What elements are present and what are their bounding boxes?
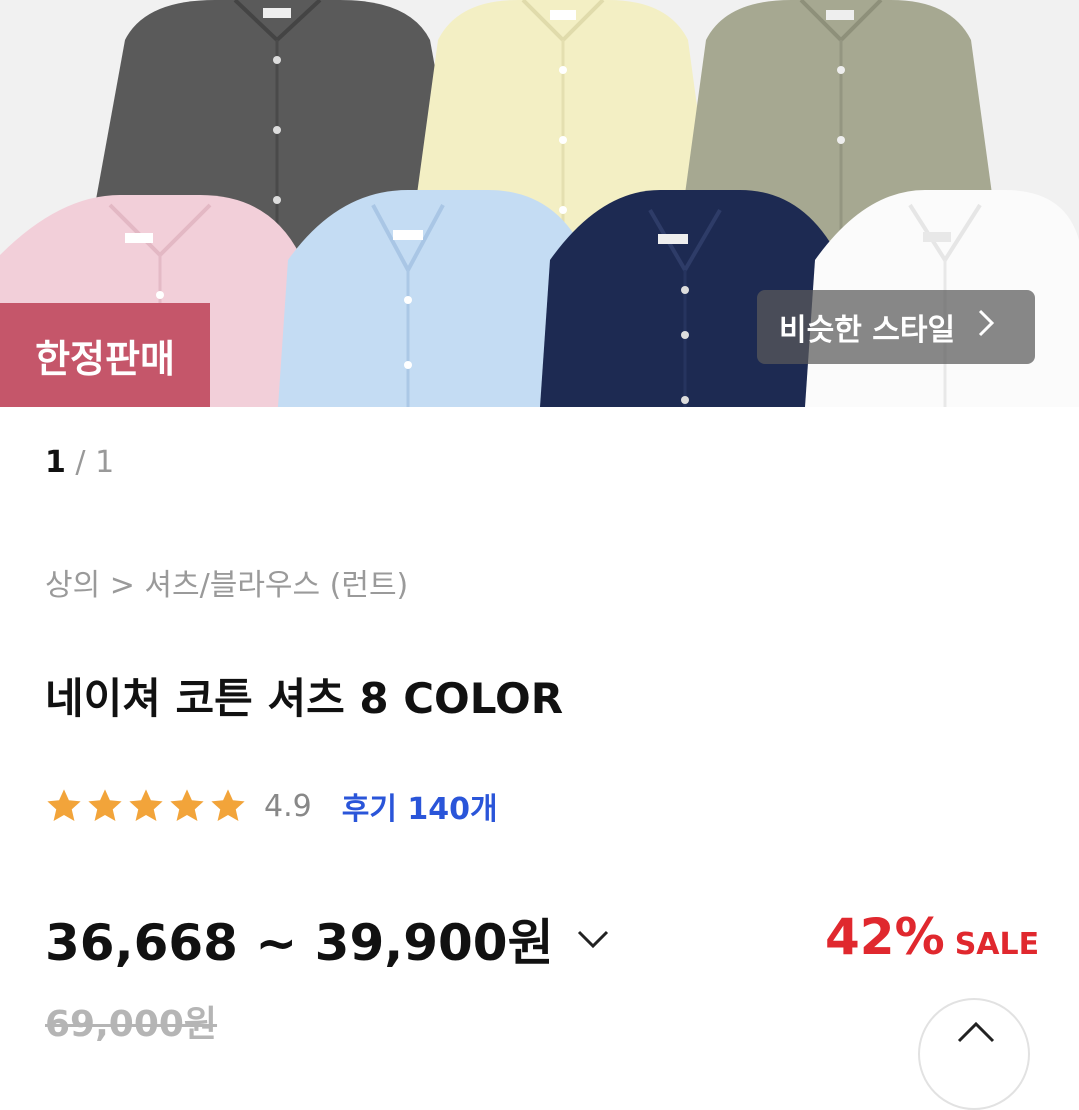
original-price: 69,000원 (45, 1004, 218, 1045)
sale-label: SALE (954, 927, 1040, 962)
product-image-gallery[interactable]: 한정판매 비슷한 스타일 (0, 0, 1079, 407)
pager-current: 1 (45, 445, 66, 480)
limited-sale-badge: 한정판매 (0, 303, 210, 407)
star-icon (47, 789, 81, 822)
pager-separator: / (65, 445, 96, 480)
similar-style-label: 비슷한 스타일 (779, 313, 956, 348)
chevron-up-icon (957, 1021, 995, 1043)
star-icon (211, 789, 245, 822)
star-icon (88, 789, 122, 822)
chevron-right-icon (977, 307, 995, 347)
price-range[interactable]: 36,668 ~ 39,900원 (45, 903, 610, 975)
star-icon (170, 789, 204, 822)
star-icon (129, 789, 163, 822)
breadcrumb[interactable]: 상의 > 셔츠/블라우스 (런트) (45, 560, 408, 604)
product-title: 네이쳐 코튼 셔츠 8 COLOR (45, 674, 564, 723)
scroll-top-button[interactable] (918, 998, 1030, 1110)
discount-rate: 42% SALE (825, 908, 1039, 966)
rating-value: 4.9 (264, 788, 312, 824)
chevron-down-icon[interactable] (576, 927, 610, 951)
image-pager: 1 / 1 (45, 445, 114, 480)
pager-total: 1 (95, 445, 115, 480)
discount-percent: 42% (825, 908, 945, 966)
price-range-text: 36,668 ~ 39,900원 (45, 914, 554, 972)
similar-style-button[interactable]: 비슷한 스타일 (757, 290, 1035, 364)
rating-row: 4.9 후기 140개 (45, 783, 498, 829)
reviews-link[interactable]: 후기 140개 (342, 784, 498, 828)
